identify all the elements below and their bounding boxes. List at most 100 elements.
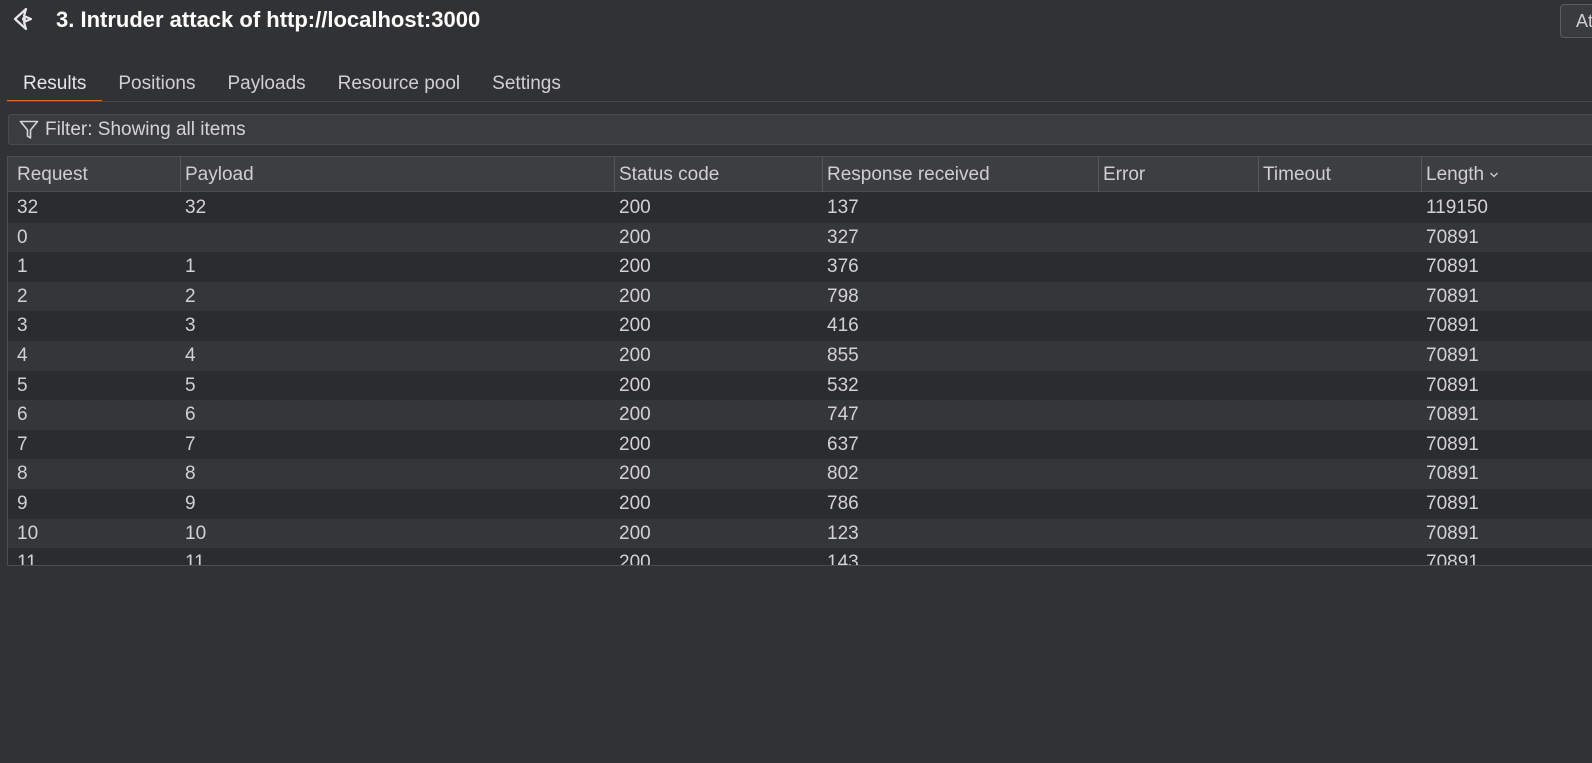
column-header-error[interactable]: Error (1098, 157, 1258, 192)
filter-icon (19, 120, 39, 139)
table-row[interactable]: 9 9 200 786 70891 (8, 488, 1592, 519)
cell-length: 70891 (1426, 285, 1479, 307)
cell-length: 70891 (1426, 492, 1479, 514)
cell-length: 70891 (1426, 552, 1479, 566)
cell-length: 70891 (1426, 433, 1479, 455)
cell-payload: 11 (185, 552, 205, 566)
column-header-timeout[interactable]: Timeout (1258, 157, 1421, 192)
cell-request: 10 (17, 522, 39, 544)
cell-request: 2 (17, 285, 28, 307)
cell-payload: 9 (185, 492, 196, 514)
cell-request: 11 (17, 552, 37, 566)
table-row[interactable]: 7 7 200 637 70891 (8, 429, 1592, 460)
attack-button[interactable]: At (1560, 4, 1592, 38)
tab-payloads[interactable]: Payloads (211, 70, 321, 102)
cell-request: 9 (17, 492, 28, 514)
table-header: Request Payload Status code Response rec… (8, 157, 1592, 192)
cell-status-code: 200 (619, 404, 651, 426)
cell-request: 6 (17, 404, 28, 426)
cell-status-code: 200 (619, 552, 651, 566)
table-row[interactable]: 3 3 200 416 70891 (8, 311, 1592, 341)
cell-length: 70891 (1426, 315, 1479, 337)
cell-status-code: 200 (619, 256, 651, 278)
cell-status-code: 200 (619, 285, 651, 307)
cell-request: 3 (17, 315, 28, 337)
column-header-label: Error (1103, 164, 1146, 185)
cell-length: 119150 (1426, 197, 1488, 218)
cell-response-received: 786 (827, 492, 859, 514)
table-row[interactable]: 32 32 200 137 119150 (8, 193, 1592, 223)
cell-response-received: 416 (827, 315, 859, 337)
tab-resource-pool[interactable]: Resource pool (322, 70, 477, 102)
cell-status-code: 200 (619, 344, 651, 366)
cell-payload: 5 (185, 374, 196, 396)
table-row[interactable]: 10 10 200 123 70891 (8, 518, 1592, 549)
cell-status-code: 200 (619, 463, 651, 485)
cell-status-code: 200 (619, 433, 651, 455)
cell-response-received: 123 (827, 522, 859, 544)
title-bar: 3. Intruder attack of http://localhost:3… (0, 0, 1592, 40)
column-header-payload[interactable]: Payload (180, 157, 614, 192)
empty-pane (0, 567, 1592, 763)
app-logo-icon (13, 7, 33, 31)
column-header-length[interactable]: Length (1421, 157, 1592, 192)
cell-payload: 3 (185, 315, 196, 337)
cell-response-received: 376 (827, 256, 859, 278)
column-header-label: Response received (827, 164, 990, 185)
tab-positions[interactable]: Positions (102, 70, 211, 102)
tab-divider (7, 101, 1592, 102)
cell-payload: 1 (185, 256, 196, 278)
tab-bar: Results Positions Payloads Resource pool… (7, 70, 577, 102)
column-header-response-received[interactable]: Response received (822, 157, 1098, 192)
cell-payload: 32 (185, 197, 207, 218)
column-header-label: Timeout (1263, 164, 1331, 185)
cell-status-code: 200 (619, 522, 651, 544)
cell-payload: 2 (185, 285, 196, 307)
table-row[interactable]: 6 6 200 747 70891 (8, 400, 1592, 430)
cell-length: 70891 (1426, 344, 1479, 366)
column-header-label: Payload (185, 164, 254, 185)
cell-payload: 4 (185, 344, 196, 366)
table-row[interactable]: 5 5 200 532 70891 (8, 370, 1592, 401)
cell-status-code: 200 (619, 315, 651, 337)
column-header-label: Request (17, 164, 88, 185)
cell-length: 70891 (1426, 226, 1479, 248)
sort-descending-icon (1490, 172, 1499, 178)
table-row[interactable]: 11 11 200 143 70891 (8, 548, 1592, 566)
filter-bar[interactable]: Filter: Showing all items (8, 114, 1592, 145)
cell-request: 4 (17, 344, 28, 366)
filter-label: Filter: Showing all items (45, 119, 246, 140)
tab-results[interactable]: Results (7, 70, 103, 102)
cell-request: 0 (17, 226, 28, 248)
table-row[interactable]: 2 2 200 798 70891 (8, 281, 1592, 312)
column-header-request[interactable]: Request (8, 157, 180, 192)
cell-response-received: 855 (827, 344, 859, 366)
cell-response-received: 532 (827, 374, 859, 396)
table-row[interactable]: 0 200 327 70891 (8, 222, 1592, 253)
window-title: 3. Intruder attack of http://localhost:3… (56, 7, 481, 32)
cell-status-code: 200 (619, 492, 651, 514)
table-row[interactable]: 1 1 200 376 70891 (8, 252, 1592, 282)
cell-request: 5 (17, 374, 28, 396)
cell-status-code: 200 (619, 197, 651, 218)
cell-payload: 7 (185, 433, 196, 455)
tab-settings[interactable]: Settings (476, 70, 577, 102)
cell-response-received: 143 (827, 552, 859, 566)
cell-payload: 8 (185, 463, 196, 485)
cell-length: 70891 (1426, 256, 1479, 278)
cell-response-received: 802 (827, 463, 859, 485)
column-header-status-code[interactable]: Status code (614, 157, 822, 192)
cell-request: 7 (17, 433, 28, 455)
cell-response-received: 798 (827, 285, 859, 307)
results-table: Request Payload Status code Response rec… (7, 156, 1592, 566)
cell-request: 1 (17, 256, 28, 278)
table-row[interactable]: 8 8 200 802 70891 (8, 459, 1592, 489)
cell-length: 70891 (1426, 522, 1479, 544)
column-header-label: Status code (619, 164, 720, 185)
cell-status-code: 200 (619, 374, 651, 396)
cell-response-received: 327 (827, 226, 859, 248)
table-row[interactable]: 4 4 200 855 70891 (8, 340, 1592, 371)
column-header-label: Length (1426, 164, 1485, 185)
cell-payload: 10 (185, 522, 207, 544)
cell-request: 8 (17, 463, 28, 485)
